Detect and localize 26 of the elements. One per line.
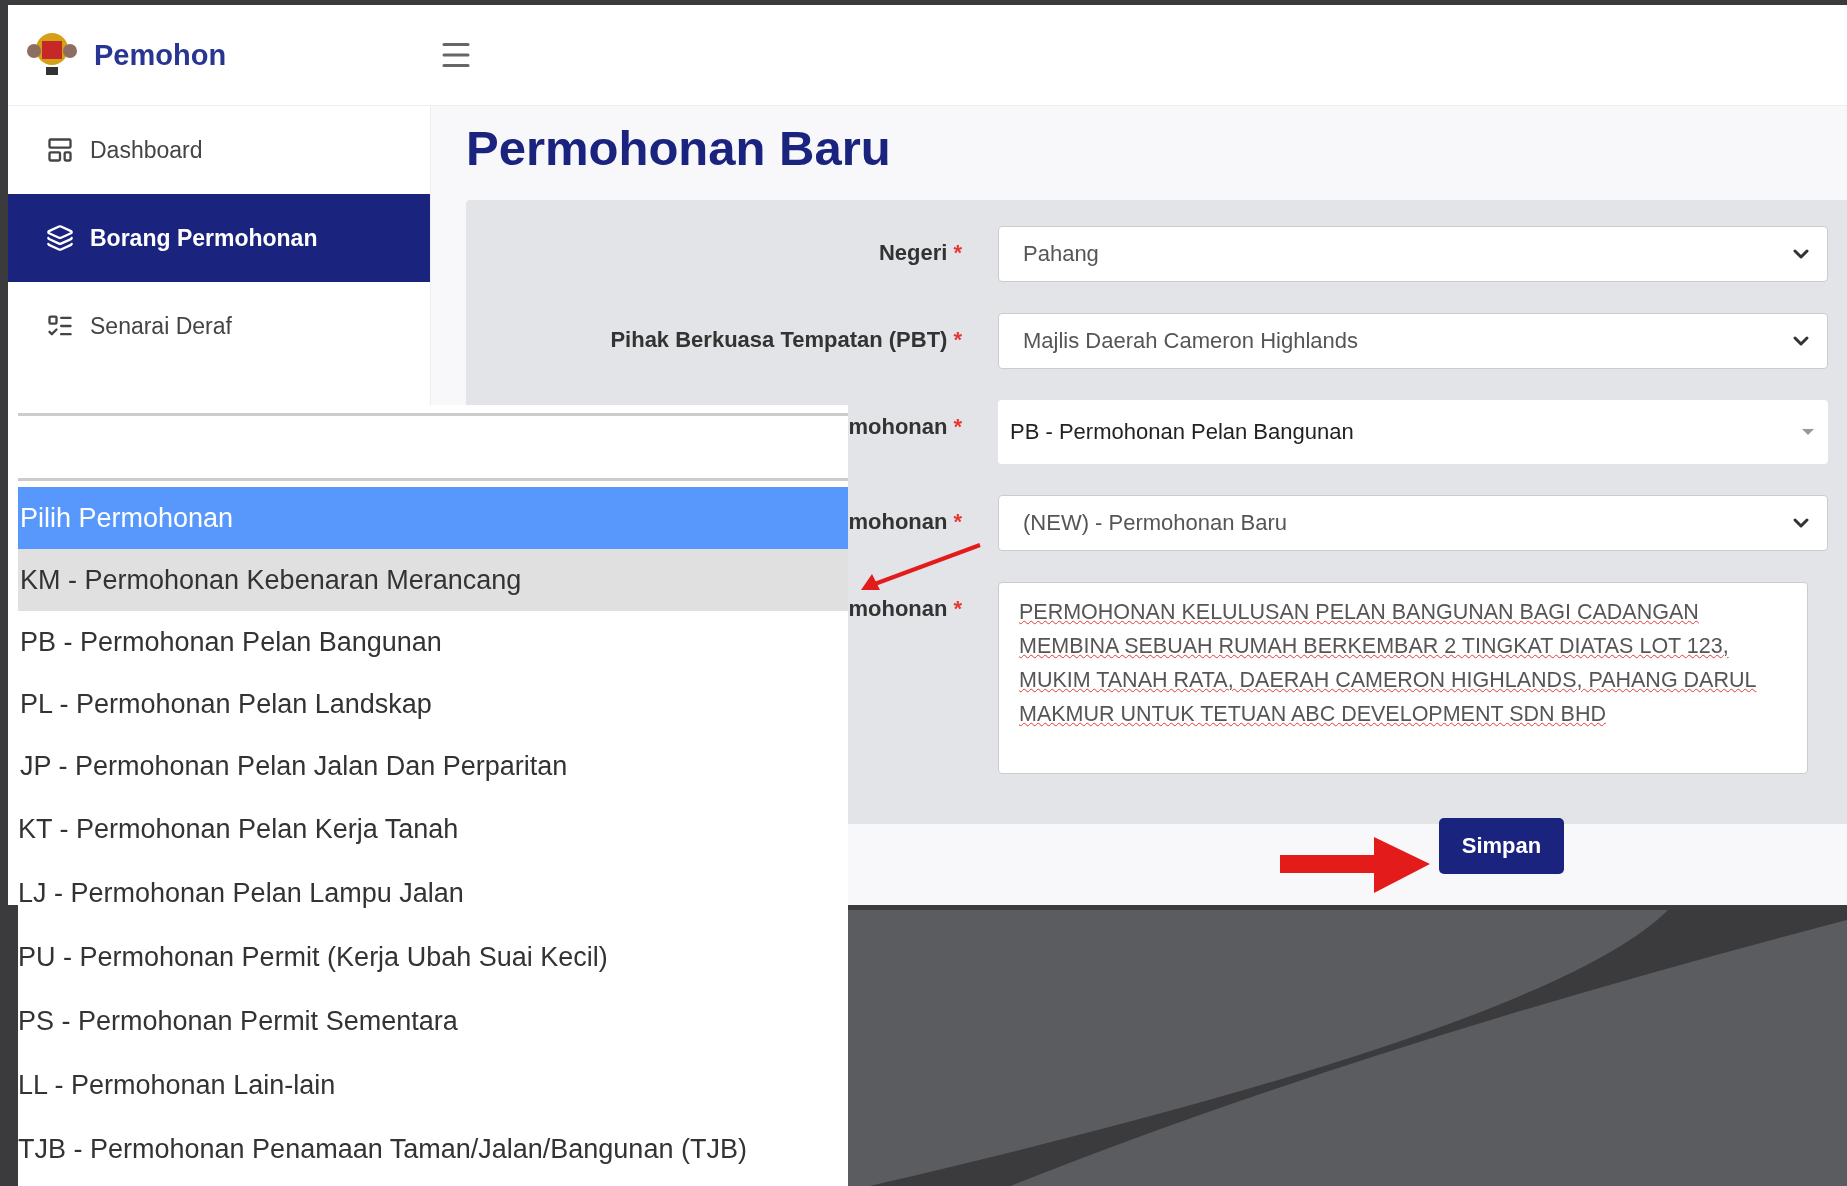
- layers-icon: [46, 224, 74, 252]
- select-field[interactable]: Pahang: [998, 226, 1828, 282]
- select-field[interactable]: Majlis Daerah Cameron Highlands: [998, 313, 1828, 369]
- dropdown-option[interactable]: KM - Permohonan Kebenaran Merancang: [18, 549, 848, 611]
- app-title: Pemohon: [94, 38, 227, 72]
- select-field[interactable]: PB - Permohonan Pelan Bangunan: [998, 400, 1828, 464]
- text-area[interactable]: PERMOHONAN KELULUSAN PELAN BANGUNAN BAGI CADANGAN MEMBINA SEBUAH RUMAH BERKEMBAR 2 TINGKAT DIATAS LOT 123, MUKIM TANAH RATA, DAERAH CAMERON HIGHLANDS, PAHANG DARUL MAKMUR UNTUK TETUAN ABC DEVELOPMENT SDN BHD: [998, 582, 1808, 774]
- field-label: Pihak Berkuasa Tempatan (PBT): [610, 327, 948, 353]
- field-label: mohonan: [848, 414, 948, 440]
- arrow-icon: [858, 543, 983, 593]
- required-mark: *: [953, 240, 962, 266]
- select-field[interactable]: (NEW) - Permohonan Baru: [998, 495, 1828, 551]
- required-mark: *: [953, 596, 962, 622]
- save-button[interactable]: Simpan: [1439, 818, 1564, 874]
- field-label: Negeri: [878, 240, 948, 266]
- field-label: mohonan: [848, 596, 948, 622]
- search-field[interactable]: [18, 413, 848, 481]
- caret-icon: [1802, 429, 1814, 435]
- arrow-icon: [1280, 835, 1432, 895]
- required-mark: *: [953, 327, 962, 353]
- sidebar-item[interactable]: Borang Permohonan: [8, 194, 430, 282]
- required-mark: *: [953, 414, 962, 440]
- required-mark: *: [953, 509, 962, 535]
- layout-icon: [46, 136, 74, 164]
- field-label: mohonan: [848, 509, 948, 535]
- page-title: Permohonan Baru: [466, 120, 892, 176]
